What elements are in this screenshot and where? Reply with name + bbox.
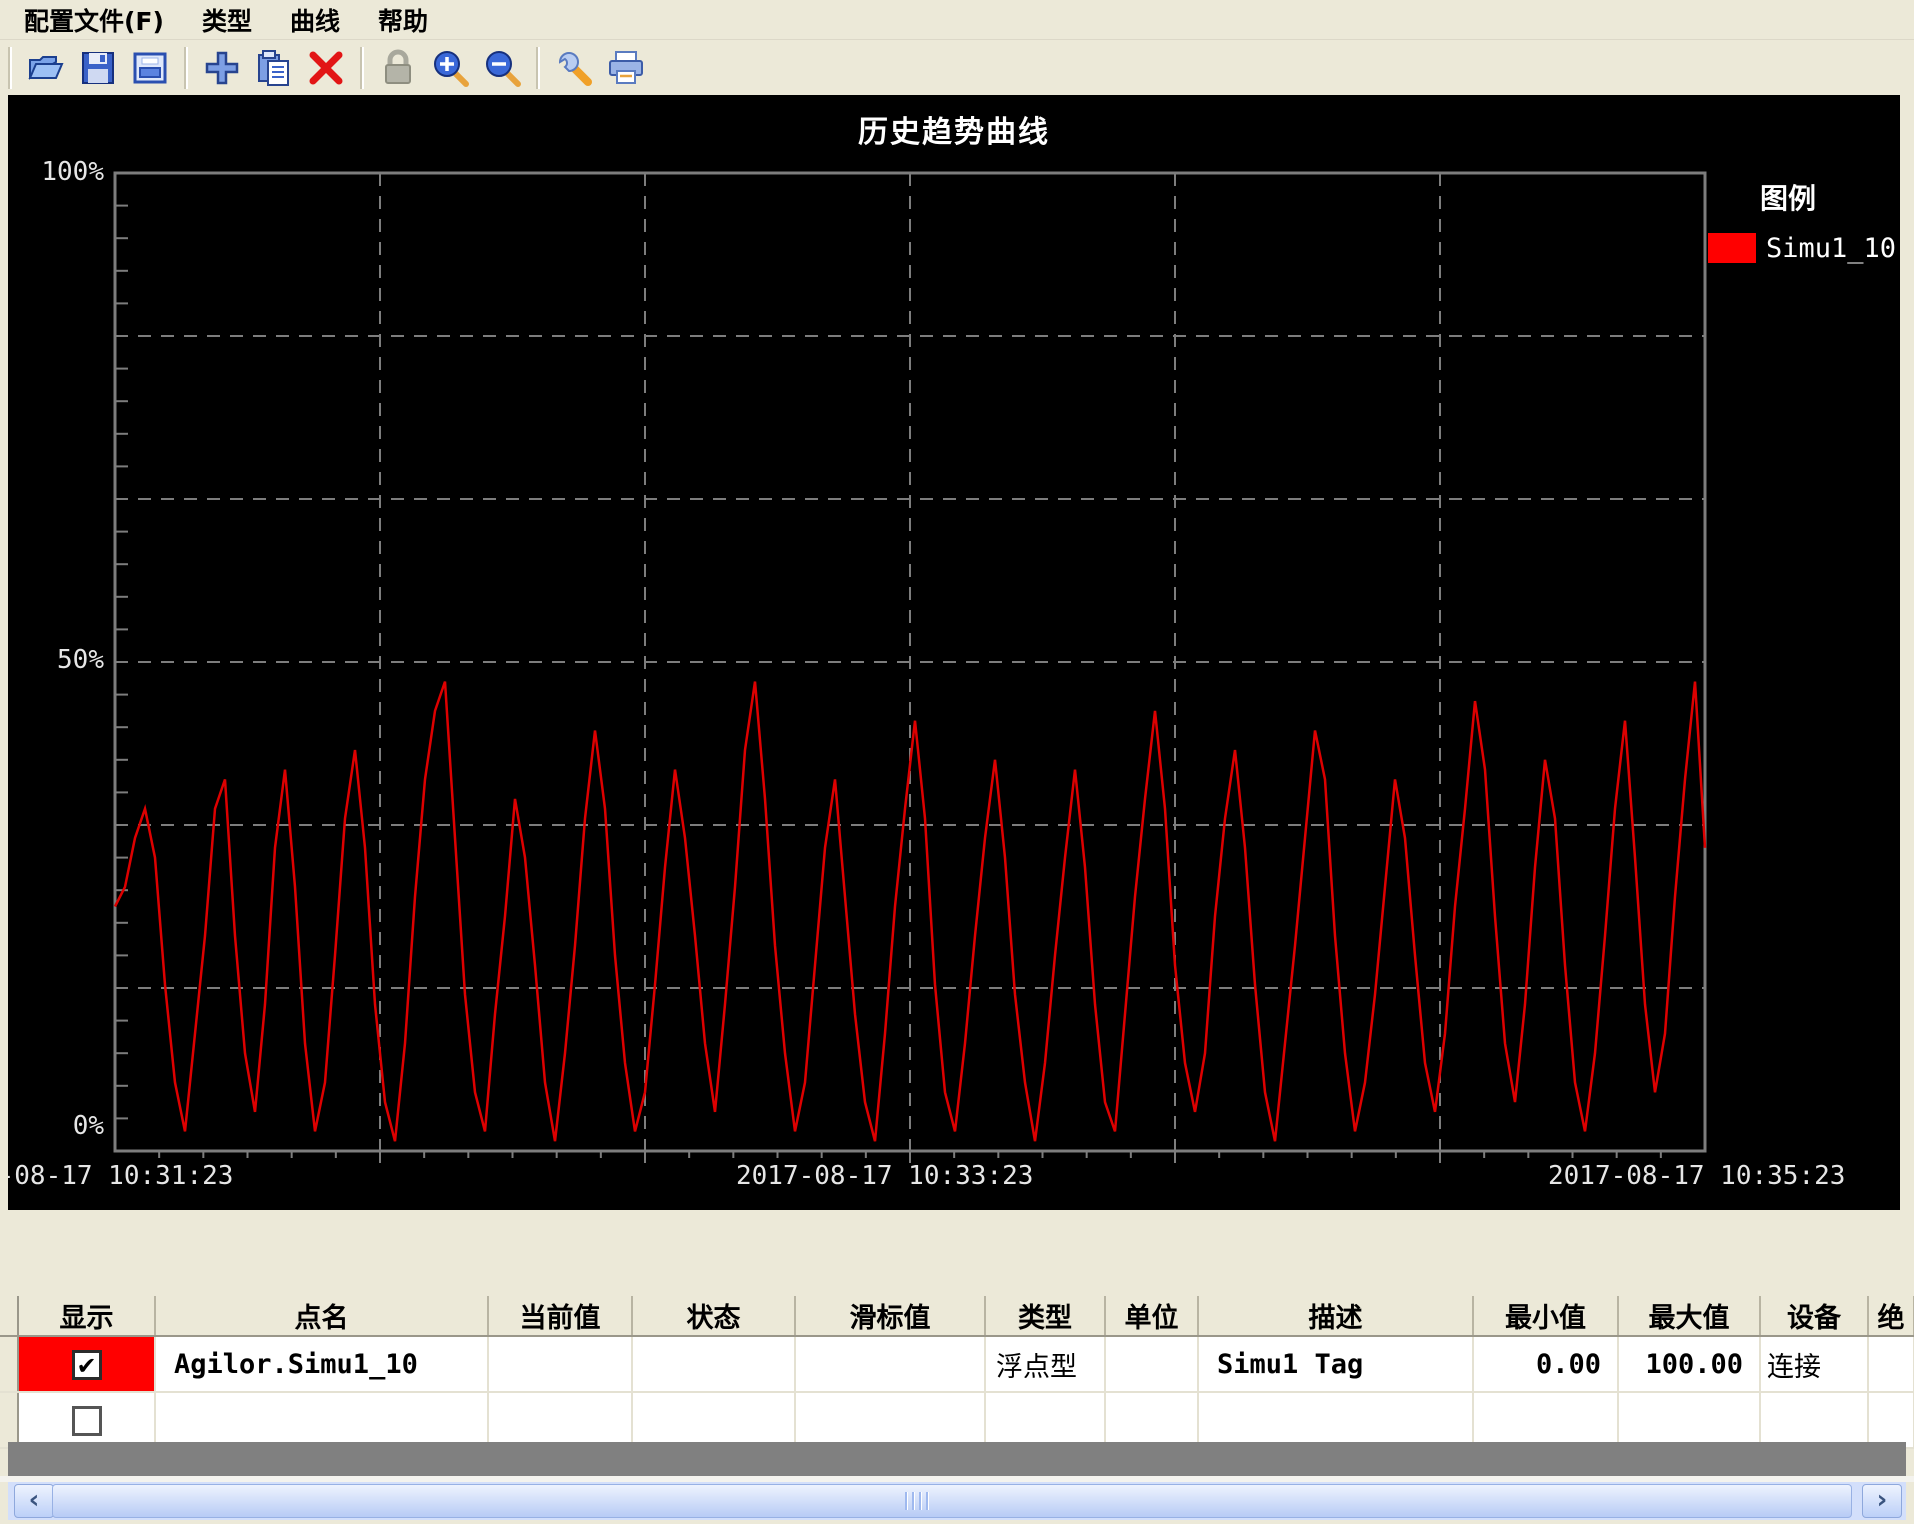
col-header-min[interactable]: 最小值: [1473, 1296, 1618, 1336]
status-cell: [632, 1336, 795, 1392]
query-controls-bar: 开始时间 2017-08-17 10:00:00 ▲ ▼ 结束时间 2017-0…: [0, 1210, 1914, 1296]
unit-cell: [1105, 1392, 1198, 1448]
display-checkbox-unchecked[interactable]: [72, 1406, 102, 1436]
min-value-cell: [1473, 1392, 1618, 1448]
toolbar-separator: [8, 47, 12, 89]
scroll-right-arrow[interactable]: ›: [1862, 1484, 1902, 1518]
menu-help[interactable]: 帮助: [366, 0, 440, 40]
device-cell: [1760, 1392, 1868, 1448]
menu-type[interactable]: 类型: [190, 0, 264, 40]
application-window: 配置文件(F) 类型 曲线 帮助: [0, 0, 1914, 1524]
legend-heading: 图例: [1760, 177, 1816, 217]
save-all-button[interactable]: [124, 45, 176, 91]
row-header[interactable]: [0, 1392, 18, 1448]
y-axis-label-50: 50%: [8, 645, 104, 675]
print-button[interactable]: [600, 45, 652, 91]
zoom-in-button[interactable]: [424, 45, 476, 91]
display-checkbox-checked[interactable]: ✔: [72, 1350, 102, 1380]
y-axis-label-100: 100%: [8, 157, 104, 187]
wrench-icon: [554, 48, 594, 88]
menu-bar: 配置文件(F) 类型 曲线 帮助: [0, 0, 1914, 40]
min-value-cell: 0.00: [1473, 1336, 1618, 1392]
col-header-unit[interactable]: 单位: [1105, 1296, 1198, 1336]
col-header-max[interactable]: 最大值: [1618, 1296, 1760, 1336]
description-cell: [1198, 1392, 1473, 1448]
save-floppy-icon: [78, 48, 118, 88]
cursor-value-cell: [795, 1336, 985, 1392]
current-value-cell: [488, 1392, 632, 1448]
col-header-current[interactable]: 当前值: [488, 1296, 632, 1336]
col-header-type[interactable]: 类型: [985, 1296, 1105, 1336]
type-cell: [985, 1392, 1105, 1448]
table-header-row: 显示 点名 当前值 状态 滑标值 类型 单位 描述 最小值 最大值 设备 绝: [0, 1296, 1914, 1336]
scrollbar-thumb[interactable]: [52, 1484, 1852, 1518]
device-cell: 连接: [1760, 1336, 1868, 1392]
display-cell: ✔: [18, 1336, 155, 1392]
status-cell: [632, 1392, 795, 1448]
table-row: [0, 1392, 1914, 1448]
col-header-status[interactable]: 状态: [632, 1296, 795, 1336]
point-name-cell: [155, 1392, 488, 1448]
row-header[interactable]: [0, 1336, 18, 1392]
toolbar-separator: [184, 47, 188, 89]
x-axis-label-left: 2017-08-17 10:31:23: [8, 1161, 233, 1191]
toolbar: [0, 40, 1914, 95]
max-value-cell: 100.00: [1618, 1336, 1760, 1392]
paste-button[interactable]: [248, 45, 300, 91]
delete-x-icon: [306, 48, 346, 88]
cursor-value-cell: [795, 1392, 985, 1448]
extra-cell: [1868, 1392, 1914, 1448]
type-cell: 浮点型: [985, 1336, 1105, 1392]
legend-series-label: Simu1_10: [1766, 233, 1896, 264]
display-cell: [18, 1392, 155, 1448]
menu-curve[interactable]: 曲线: [278, 0, 352, 40]
zoom-in-icon: [430, 48, 470, 88]
scroll-left-arrow[interactable]: ‹: [14, 1484, 54, 1518]
lock-icon: [378, 48, 418, 88]
y-axis-label-0: 0%: [8, 1111, 104, 1141]
extra-cell: [1868, 1336, 1914, 1392]
plus-icon: [202, 48, 242, 88]
open-button[interactable]: [20, 45, 72, 91]
settings-button[interactable]: [548, 45, 600, 91]
add-curve-button[interactable]: [196, 45, 248, 91]
menu-config-file[interactable]: 配置文件(F): [12, 0, 176, 40]
scrollbar-thumb-grip: [905, 1492, 945, 1510]
bottom-gray-panel: [8, 1442, 1906, 1476]
description-cell: Simu1 Tag: [1198, 1336, 1473, 1392]
col-header-description[interactable]: 描述: [1198, 1296, 1473, 1336]
lock-button[interactable]: [372, 45, 424, 91]
toolbar-separator: [536, 47, 540, 89]
zoom-out-icon: [482, 48, 522, 88]
save-all-icon: [130, 48, 170, 88]
col-header-cursor-value[interactable]: 滑标值: [795, 1296, 985, 1336]
x-axis-label-right: 2017-08-17 10:35:23: [1548, 1161, 1845, 1191]
zoom-out-button[interactable]: [476, 45, 528, 91]
col-header-abs[interactable]: 绝: [1868, 1296, 1914, 1336]
table-row: ✔ Agilor.Simu1_10 浮点型 Simu1 Tag 0.00 100…: [0, 1336, 1914, 1392]
toolbar-separator: [360, 47, 364, 89]
x-axis-label-center: 2017-08-17 10:33:23: [736, 1161, 1033, 1191]
delete-button[interactable]: [300, 45, 352, 91]
point-name-cell: Agilor.Simu1_10: [155, 1336, 488, 1392]
unit-cell: [1105, 1336, 1198, 1392]
paste-clipboard-icon: [254, 48, 294, 88]
legend-color-swatch: [1708, 233, 1756, 263]
trend-chart: 历史趋势曲线 100% 50% 0% 2017-08-17 10:31:23 2…: [8, 95, 1900, 1210]
max-value-cell: [1618, 1392, 1760, 1448]
save-button[interactable]: [72, 45, 124, 91]
window-right-border: [1900, 95, 1914, 1210]
printer-icon: [606, 48, 646, 88]
col-header-display[interactable]: 显示: [18, 1296, 155, 1336]
current-value-cell: [488, 1336, 632, 1392]
col-header-point-name[interactable]: 点名: [155, 1296, 488, 1336]
open-folder-icon: [26, 48, 66, 88]
plot-area: [8, 95, 1900, 1210]
tag-table: 显示 点名 当前值 状态 滑标值 类型 单位 描述 最小值 最大值 设备 绝 ✔…: [0, 1296, 1914, 1449]
col-header-device[interactable]: 设备: [1760, 1296, 1868, 1336]
row-header-corner: [0, 1296, 18, 1336]
